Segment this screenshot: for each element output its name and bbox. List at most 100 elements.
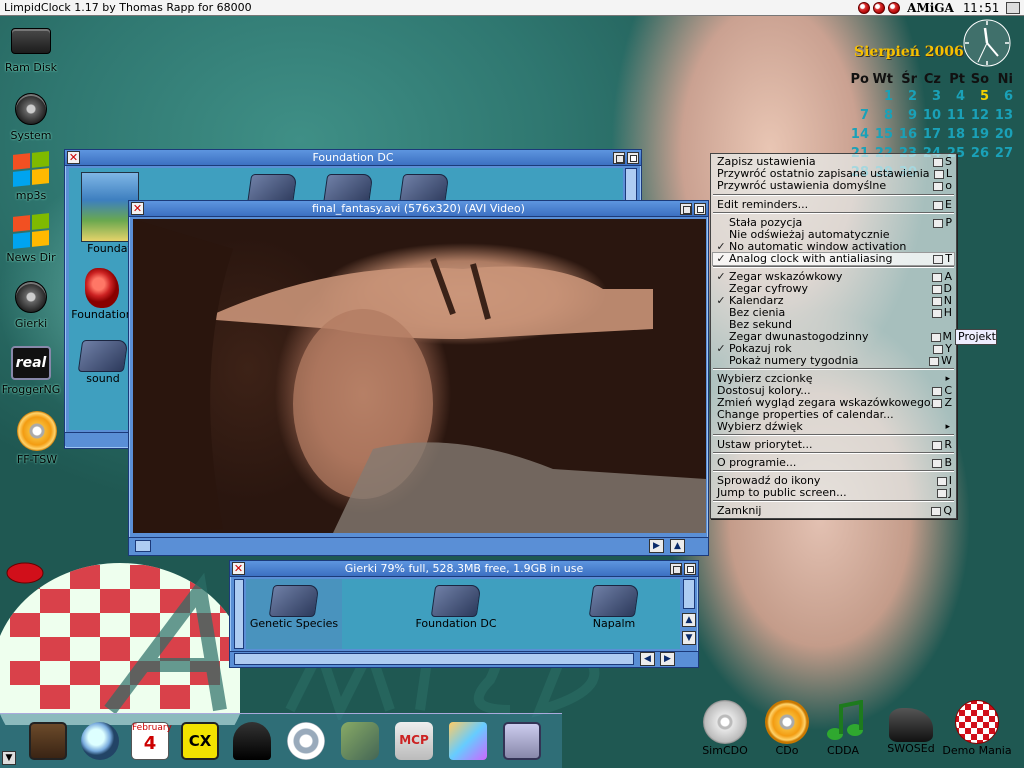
close-gadget[interactable]: ✕	[131, 202, 144, 215]
calendar-day[interactable]: 15	[872, 125, 896, 144]
dock-item[interactable]	[230, 719, 274, 763]
desktop-icon-cdda[interactable]: CDDA	[808, 699, 878, 757]
dock-item[interactable]: CX	[178, 719, 222, 763]
limpidclock-context-menu[interactable]: Zapisz ustawienia S Przywróć ostatnio zapi…	[710, 153, 957, 519]
scroll-knob[interactable]	[234, 653, 634, 665]
window-titlebar[interactable]: ✕ final_fantasy.avi (576x320) (AVI Video…	[129, 201, 708, 217]
screen-depth-gadget[interactable]	[1006, 1, 1020, 14]
calendar-day[interactable]: 10	[920, 106, 944, 125]
menu-item[interactable]: Zamknij Q	[713, 505, 954, 517]
dock-item[interactable]	[284, 719, 328, 763]
calendar-day[interactable]: 11	[944, 106, 968, 125]
menu-submenu-projekt[interactable]: Projekt	[955, 329, 997, 345]
scroll-up-arrow[interactable]: ▲	[682, 613, 696, 627]
dock-item[interactable]	[338, 719, 382, 763]
desktop-icon-simcdo[interactable]: SimCDO	[690, 700, 760, 757]
calendar-day[interactable]: 12	[968, 106, 992, 125]
calendar-day[interactable]: 8	[872, 106, 896, 125]
scroll-down-arrow[interactable]: ▼	[682, 631, 696, 645]
desktop-icon-gierki[interactable]: Gierki	[0, 278, 62, 330]
desktop-icon-froggerng[interactable]: real FroggerNG	[0, 344, 62, 396]
scroll-up-arrow[interactable]: ▲	[670, 539, 685, 553]
window-titlebar[interactable]: ✕ Foundation DC	[65, 150, 641, 166]
calendar-day[interactable]: 13	[992, 106, 1016, 125]
calendar-day[interactable]: 27	[992, 144, 1016, 163]
icon-napalm[interactable]: Napalm	[566, 585, 662, 630]
calendar-day[interactable]: 20	[992, 125, 1016, 144]
scroll-right-arrow[interactable]: ▶	[660, 652, 675, 666]
icon-genetic-species[interactable]: Genetic Species	[246, 579, 342, 649]
video-frame[interactable]	[133, 219, 706, 533]
amiga-key-icon	[933, 344, 944, 354]
menu-item[interactable]: ✓ Analog clock with antialiasing T	[712, 252, 955, 266]
menu-item[interactable]: O programie... B	[713, 457, 954, 469]
window-titlebar[interactable]: ✕ Gierki 79% full, 528.3MB free, 1.9GB i…	[230, 561, 698, 577]
menu-item[interactable]: Jump to public screen... J	[713, 487, 954, 499]
calendar-day[interactable]: 16	[896, 125, 920, 144]
calendar-day[interactable]: 19	[968, 125, 992, 144]
desktop-icon-swosed[interactable]: SWOSEd	[876, 700, 946, 755]
screen-title-bar[interactable]: LimpidClock 1.17 by Thomas Rapp for 6800…	[0, 0, 1024, 16]
zoom-gadget[interactable]	[680, 202, 692, 215]
menu-item[interactable]: Pokaż numery tygodnia W	[713, 355, 954, 367]
calendar-day[interactable]: 9	[896, 106, 920, 125]
close-gadget[interactable]: ✕	[232, 562, 245, 575]
menu-item[interactable]: Przywróć ustawienia domyślne o	[713, 180, 954, 192]
dock-item[interactable]	[500, 719, 544, 763]
dock-item[interactable]: February 4	[128, 719, 172, 763]
desktop-icon-mp3s[interactable]: mp3s	[0, 150, 62, 202]
dock-item[interactable]	[78, 719, 122, 763]
amiga-key-icon	[931, 296, 942, 306]
calendar-day[interactable]: 1	[872, 87, 896, 106]
calendar-day[interactable]: 3	[920, 87, 944, 106]
amiga-key-icon	[933, 200, 944, 210]
scroll-knob[interactable]	[683, 579, 695, 609]
close-gadget[interactable]: ✕	[67, 151, 80, 164]
calendar-day[interactable]	[968, 163, 992, 182]
icon-label: CDDA	[827, 744, 859, 757]
menu-item[interactable]: Edit reminders... E	[713, 199, 954, 211]
desktop-icon-ff-tsw[interactable]: FF-TSW	[6, 410, 68, 466]
depth-gadget[interactable]	[627, 151, 639, 164]
icon-foundation-exe[interactable]: Foundation	[69, 268, 135, 321]
desktop-icon-ram-disk[interactable]: Ram Disk	[0, 22, 62, 74]
calendar-day[interactable]: 5	[968, 87, 992, 106]
dock-item[interactable]: MCP	[392, 719, 436, 763]
desktop-icon-news-dir[interactable]: News Dir	[0, 212, 62, 264]
dock-item[interactable]	[26, 719, 70, 763]
calendar-day[interactable]: 14	[848, 125, 872, 144]
zoom-gadget[interactable]	[613, 151, 625, 164]
calendar-day[interactable]: 2	[896, 87, 920, 106]
zoom-gadget[interactable]	[670, 562, 682, 575]
calendar-day[interactable]: 26	[968, 144, 992, 163]
depth-gadget[interactable]	[684, 562, 696, 575]
calendar-day[interactable]	[848, 87, 872, 106]
calendar-day[interactable]	[992, 163, 1016, 182]
icon-foundation-dc-drawer[interactable]: Foundation DC	[396, 585, 516, 630]
depth-gadget[interactable]	[694, 202, 706, 215]
calendar-day[interactable]: 6	[992, 87, 1016, 106]
scroll-left-arrow[interactable]: ◀	[640, 652, 655, 666]
scroll-knob[interactable]	[135, 540, 151, 552]
vertical-scrollbar[interactable]: ▲ ▼	[682, 579, 696, 649]
desktop-icon-demo-mania[interactable]: Demo Mania	[942, 700, 1012, 757]
icon-sound-drawer[interactable]: sound	[75, 340, 131, 385]
horizontal-scrollbar[interactable]: ◀ ▶	[230, 651, 698, 667]
scroll-right-arrow[interactable]: ▶	[649, 539, 664, 553]
menu-item-label: Ustaw priorytet...	[717, 438, 813, 451]
checkmark-icon: ✓	[716, 294, 726, 307]
horizontal-scrollbar[interactable]: ▶ ▲	[129, 537, 708, 555]
menu-item[interactable]: Ustaw priorytet... R	[713, 439, 954, 451]
window-gierki[interactable]: ✕ Gierki 79% full, 528.3MB free, 1.9GB i…	[229, 560, 699, 668]
calendar-day[interactable]: 17	[920, 125, 944, 144]
menu-item[interactable]: Wybierz dźwięk ▸	[713, 421, 954, 433]
calendar-day[interactable]: 18	[944, 125, 968, 144]
calendar-day[interactable]: 7	[848, 106, 872, 125]
dock-item[interactable]	[446, 719, 490, 763]
dock-scroll-arrow[interactable]: ▼	[2, 751, 16, 765]
left-scroll-knob[interactable]	[234, 579, 244, 649]
calendar-day[interactable]: 4	[944, 87, 968, 106]
desktop-icon-system[interactable]: System	[0, 90, 62, 142]
boing-ball-icon	[858, 1, 871, 14]
window-video-player[interactable]: ✕ final_fantasy.avi (576x320) (AVI Video…	[128, 200, 709, 556]
